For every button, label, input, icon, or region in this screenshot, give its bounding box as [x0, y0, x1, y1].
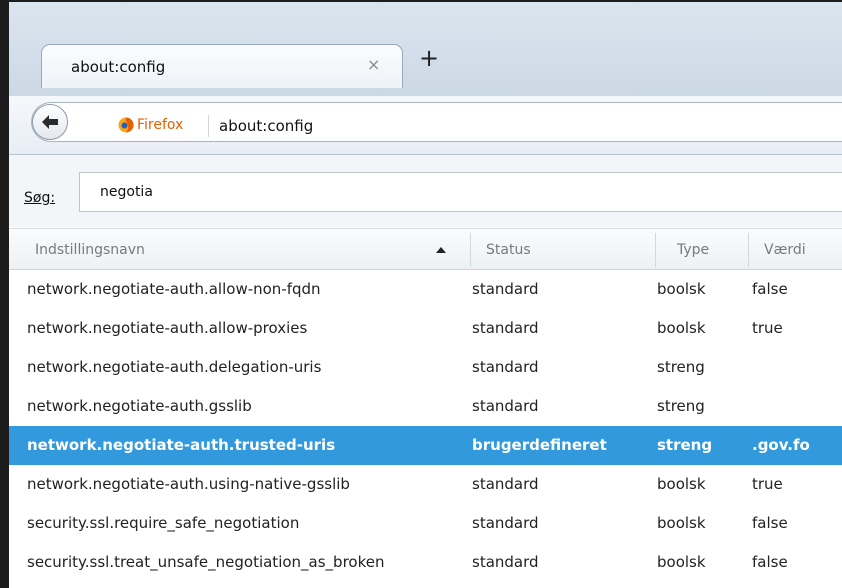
column-header-value[interactable]: Værdi [764, 242, 806, 258]
pref-name: network.negotiate-auth.delegation-uris [27, 358, 322, 376]
pref-name: network.negotiate-auth.trusted-uris [27, 436, 336, 454]
tab-strip: about:config × + [9, 2, 842, 96]
tab-title: about:config [71, 58, 166, 76]
pref-name: network.negotiate-auth.using-native-gssl… [27, 475, 350, 493]
column-separator[interactable] [470, 233, 471, 267]
table-row[interactable]: network.negotiate-auth.delegation-uris s… [9, 348, 842, 387]
pref-status: standard [472, 397, 539, 415]
tab-about-config[interactable]: about:config × [41, 44, 403, 88]
pref-name: network.negotiate-auth.allow-non-fqdn [27, 280, 321, 298]
pref-status: standard [472, 280, 539, 298]
url-divider [208, 115, 209, 137]
pref-name: network.negotiate-auth.gsslib [27, 397, 252, 415]
pref-value: false [752, 553, 788, 571]
url-bar[interactable]: Firefox about:config [31, 102, 842, 142]
column-header-name[interactable]: Indstillingsnavn [35, 242, 145, 258]
table-row[interactable]: network.negotiate-auth.gsslib standard s… [9, 387, 842, 426]
pref-name: security.ssl.require_safe_negotiation [27, 514, 300, 532]
preferences-table: Indstillingsnavn Status Type Værdi netwo… [9, 228, 842, 582]
table-row[interactable]: security.ssl.require_safe_negotiation st… [9, 504, 842, 543]
pref-type: boolsk [657, 319, 706, 337]
window-frame-left [0, 0, 9, 588]
column-header-type[interactable]: Type [677, 242, 709, 258]
pref-type: boolsk [657, 553, 706, 571]
search-input[interactable] [79, 172, 842, 212]
firefox-icon [118, 117, 134, 133]
pref-type: boolsk [657, 514, 706, 532]
search-label: Søg: [24, 190, 56, 206]
column-separator[interactable] [748, 233, 749, 267]
table-row[interactable]: network.negotiate-auth.allow-non-fqdn st… [9, 270, 842, 309]
pref-type: streng [657, 358, 705, 376]
pref-status: brugerdefineret [472, 436, 607, 454]
pref-value: false [752, 280, 788, 298]
pref-status: standard [472, 358, 539, 376]
navigation-bar: Firefox about:config [9, 96, 842, 155]
pref-type: streng [657, 436, 713, 454]
pref-name: network.negotiate-auth.allow-proxies [27, 319, 308, 337]
search-row: Søg: [9, 155, 842, 227]
pref-name: security.ssl.treat_unsafe_negotiation_as… [27, 553, 385, 571]
table-row[interactable]: security.ssl.treat_unsafe_negotiation_as… [9, 543, 842, 582]
pref-status: standard [472, 475, 539, 493]
pref-status: standard [472, 553, 539, 571]
back-button[interactable] [32, 104, 68, 140]
sort-ascending-icon [436, 247, 446, 253]
pref-type: boolsk [657, 475, 706, 493]
pref-value: true [752, 475, 783, 493]
table-row-selected[interactable]: network.negotiate-auth.trusted-uris brug… [9, 426, 842, 465]
back-arrow-icon [42, 115, 58, 129]
url-text[interactable]: about:config [219, 117, 313, 135]
pref-status: standard [472, 514, 539, 532]
table-row[interactable]: network.negotiate-auth.allow-proxies sta… [9, 309, 842, 348]
table-header: Indstillingsnavn Status Type Værdi [9, 228, 842, 270]
identity-label[interactable]: Firefox [137, 117, 183, 133]
pref-type: boolsk [657, 280, 706, 298]
new-tab-button[interactable]: + [419, 46, 439, 70]
pref-value: false [752, 514, 788, 532]
table-row[interactable]: network.negotiate-auth.using-native-gssl… [9, 465, 842, 504]
column-separator[interactable] [655, 233, 656, 267]
column-header-status[interactable]: Status [486, 242, 531, 258]
pref-status: standard [472, 319, 539, 337]
pref-value: true [752, 319, 783, 337]
pref-value: .gov.fo [752, 436, 810, 454]
close-tab-icon[interactable]: × [367, 55, 380, 74]
pref-type: streng [657, 397, 705, 415]
